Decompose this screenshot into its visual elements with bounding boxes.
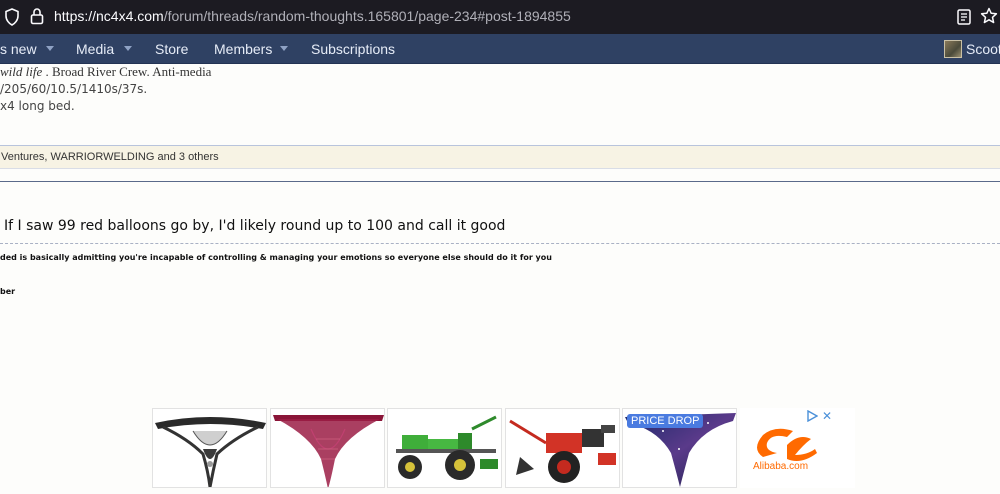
url-path: /forum/threads/random-thoughts.165801/pa… — [163, 8, 571, 24]
signature-italic: wild life — [0, 64, 43, 79]
url-text[interactable]: https://nc4x4.com/forum/threads/random-t… — [54, 8, 571, 24]
signature-line-3: x4 long bed. — [0, 99, 75, 113]
ad-item-alibaba[interactable] — [740, 408, 855, 488]
reactions-bar[interactable]: Ventures, WARRIORWELDING and 3 others — [0, 145, 1000, 169]
walking-tractor-ad-image — [509, 419, 616, 483]
nav-item-members[interactable]: Members — [214, 41, 272, 57]
avatar[interactable] — [944, 40, 962, 58]
nav-item-whats-new[interactable]: s new — [0, 41, 37, 57]
nav-item-media[interactable]: Media — [76, 41, 114, 57]
lock-icon[interactable] — [30, 7, 44, 30]
chevron-down-icon[interactable] — [124, 46, 132, 51]
ad-strip[interactable]: PRICE DROP — [152, 408, 855, 490]
adchoices-icon[interactable] — [806, 409, 819, 427]
forum-nav-bar: s new Media Store Members Subscriptions … — [0, 34, 1000, 64]
url-host: https://nc4x4.com — [54, 8, 164, 24]
price-drop-badge: PRICE DROP — [627, 414, 704, 428]
post-divider — [0, 181, 1000, 182]
bookmark-star-icon[interactable] — [980, 7, 998, 30]
walking-tractor-ad-image — [396, 415, 498, 480]
signature-separator — [0, 243, 1000, 244]
ad-item-tractor-2[interactable] — [505, 408, 620, 488]
lingerie-ad-image — [273, 415, 384, 487]
signature-line-1: wild life . Broad River Crew. Anti-media — [0, 64, 211, 80]
browser-url-bar[interactable]: https://nc4x4.com/forum/threads/random-t… — [0, 0, 1000, 34]
signature-line-1-rest: . Broad River Crew. Anti-media — [42, 64, 212, 79]
nav-item-store[interactable]: Store — [155, 41, 188, 57]
shield-icon[interactable] — [4, 8, 20, 31]
nav-item-subscriptions[interactable]: Subscriptions — [311, 41, 395, 57]
ad-item-lingerie-3[interactable]: PRICE DROP — [622, 408, 737, 488]
reader-view-icon[interactable] — [956, 8, 972, 31]
member-label: ber — [0, 287, 16, 296]
account-username[interactable]: Scoot — [966, 41, 1000, 57]
reactions-text[interactable]: Ventures, WARRIORWELDING and 3 others — [1, 151, 219, 163]
post-body: If I saw 99 red balloons go by, I'd like… — [4, 218, 506, 234]
chevron-down-icon[interactable] — [280, 46, 288, 51]
lingerie-ad-image — [155, 417, 266, 487]
signature-line-2: /205/60/10.5/1410s/37s. — [0, 82, 148, 96]
signature-quote: ded is basically admitting you're incapa… — [0, 253, 552, 262]
chevron-down-icon[interactable] — [46, 46, 54, 51]
ad-item-lingerie-1[interactable] — [152, 408, 267, 488]
ad-item-tractor-1[interactable] — [387, 408, 502, 488]
alibaba-brand-text[interactable]: Alibaba.com — [753, 461, 808, 472]
ad-item-lingerie-2[interactable] — [270, 408, 385, 488]
close-icon[interactable]: ✕ — [822, 409, 832, 423]
